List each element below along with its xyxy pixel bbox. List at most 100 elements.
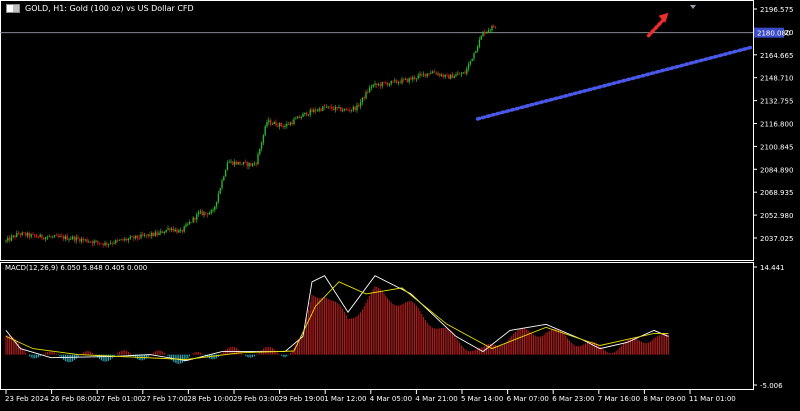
candle-body bbox=[109, 243, 112, 245]
candle-body bbox=[347, 109, 349, 111]
candle-body bbox=[444, 74, 446, 77]
candle-body bbox=[98, 242, 101, 244]
time-tick-label: 29 Feb 03:00 bbox=[233, 395, 279, 403]
macd-histogram bbox=[5, 286, 669, 364]
candle-body bbox=[476, 46, 479, 52]
candle-body bbox=[201, 211, 203, 215]
price-tick-label: 2116.800 bbox=[760, 121, 793, 129]
candle-body bbox=[475, 51, 477, 54]
candle-body bbox=[307, 114, 310, 116]
candle-body bbox=[482, 31, 484, 36]
candle-body bbox=[278, 122, 281, 127]
candle-body bbox=[336, 107, 338, 108]
candle-body bbox=[250, 163, 252, 166]
chart-window[interactable]: 2196.5752180.6202164.6652148.7102132.755… bbox=[0, 0, 800, 407]
candle-body bbox=[480, 35, 482, 40]
candle-body bbox=[430, 73, 432, 75]
candle-body bbox=[327, 106, 329, 108]
candle-body bbox=[197, 212, 200, 215]
candle-body bbox=[183, 226, 185, 232]
candle-body bbox=[30, 234, 32, 237]
candle-body bbox=[181, 230, 184, 232]
candle-body bbox=[439, 73, 441, 76]
candle-body bbox=[120, 239, 122, 241]
candle-body bbox=[275, 121, 277, 126]
candle-body bbox=[178, 230, 180, 233]
candle-body bbox=[17, 233, 20, 234]
candle-body bbox=[14, 235, 16, 238]
candle-body bbox=[62, 236, 65, 240]
candle-body bbox=[392, 80, 394, 82]
candle-body bbox=[322, 106, 324, 111]
candle-body bbox=[383, 82, 385, 83]
candle-body bbox=[125, 238, 128, 241]
candle-body bbox=[239, 161, 241, 165]
candle-body bbox=[262, 135, 265, 143]
candle-body bbox=[133, 236, 135, 239]
candle-body bbox=[440, 74, 443, 76]
candle-body bbox=[251, 164, 254, 166]
time-tick-label: 27 Feb 01:00 bbox=[96, 395, 142, 403]
candle-body bbox=[140, 234, 142, 238]
candle-body bbox=[82, 238, 85, 241]
candle-body bbox=[356, 105, 358, 111]
candle-body bbox=[215, 201, 218, 207]
chart-title-text: GOLD, H1: Gold (100 oz) vs US Dollar CFD bbox=[25, 4, 194, 13]
candle-body bbox=[487, 30, 490, 32]
candle-body bbox=[331, 106, 333, 109]
time-tick-label: 6 Mar 07:00 bbox=[507, 395, 549, 403]
candle-body bbox=[8, 237, 11, 241]
candle-body bbox=[196, 214, 198, 220]
candle-body bbox=[25, 233, 27, 236]
candle-body bbox=[340, 107, 342, 112]
candle-body bbox=[467, 64, 470, 69]
candle-body bbox=[237, 161, 239, 165]
candle-body bbox=[464, 72, 466, 74]
time-tick-label: 7 Mar 16:00 bbox=[598, 395, 640, 403]
time-axis: 23 Feb 2024 26 Feb 08:00 27 Feb 01:00 27 Fe… bbox=[5, 390, 736, 403]
candle-body bbox=[318, 108, 320, 111]
candle-body bbox=[277, 125, 279, 127]
candle-body bbox=[246, 162, 248, 167]
candle-body bbox=[34, 234, 36, 236]
candle-body bbox=[174, 229, 176, 232]
candle-body bbox=[259, 148, 261, 155]
candle-body bbox=[491, 26, 493, 31]
candle-body bbox=[415, 78, 418, 80]
candle-body bbox=[221, 180, 223, 189]
candle-body bbox=[88, 241, 90, 243]
chart-title: GOLD, H1: Gold (100 oz) vs US Dollar CFD bbox=[6, 4, 194, 13]
macd-tick-label: 14.441 bbox=[760, 264, 785, 272]
candle-body bbox=[471, 58, 473, 61]
candle-body bbox=[305, 112, 308, 116]
candle-body bbox=[311, 109, 313, 112]
candle-body bbox=[455, 74, 457, 77]
candle-body bbox=[410, 78, 412, 80]
time-tick-label: 23 Feb 2024 bbox=[5, 395, 49, 403]
candle-body bbox=[412, 77, 414, 80]
candle-body bbox=[151, 232, 153, 237]
candle-body bbox=[75, 237, 77, 241]
candle-body bbox=[208, 213, 211, 215]
time-tick-label: 29 Feb 19:00 bbox=[279, 395, 325, 403]
candle-body bbox=[280, 122, 283, 126]
candle-body bbox=[127, 238, 130, 241]
time-tick-label: 1 Mar 12:00 bbox=[324, 395, 366, 403]
candle-body bbox=[149, 234, 151, 237]
candle-body bbox=[138, 237, 140, 239]
chart-canvas[interactable]: 2196.5752180.6202164.6652148.7102132.755… bbox=[0, 0, 800, 407]
candle-body bbox=[79, 238, 81, 242]
symbol-flag-icon bbox=[6, 4, 20, 13]
candle-body bbox=[16, 233, 18, 238]
time-tick-label: 6 Mar 23:00 bbox=[552, 395, 594, 403]
candle-body bbox=[48, 236, 50, 238]
candle-body bbox=[7, 237, 9, 241]
candle-body bbox=[358, 105, 360, 107]
candle-body bbox=[217, 193, 220, 202]
candle-body bbox=[338, 107, 340, 108]
candle-body bbox=[23, 232, 25, 234]
candle-body bbox=[84, 239, 86, 241]
candle-body bbox=[341, 110, 344, 112]
candle-body bbox=[104, 242, 106, 246]
macd-label: MACD(12,26,9) 6.050 5.848 0.405 0.000 bbox=[5, 264, 148, 272]
